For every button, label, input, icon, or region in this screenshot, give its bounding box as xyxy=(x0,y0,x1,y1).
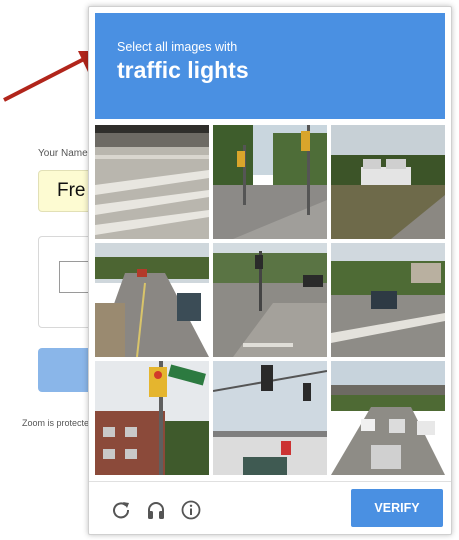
footer-divider xyxy=(89,481,451,482)
captcha-dialog: Select all images with traffic lights VE… xyxy=(88,6,452,535)
headphones-icon[interactable] xyxy=(144,498,168,522)
tile-0[interactable] xyxy=(95,125,209,239)
zoom-notice: Zoom is protected xyxy=(22,418,92,428)
tile-4[interactable] xyxy=(213,243,327,357)
tile-8[interactable] xyxy=(331,361,445,475)
captcha-header: Select all images with traffic lights xyxy=(95,13,445,119)
target-text: traffic lights xyxy=(117,57,249,83)
tile-6[interactable] xyxy=(95,361,209,475)
name-value: Fre xyxy=(57,180,86,201)
image-grid xyxy=(95,125,446,475)
tile-5[interactable] xyxy=(331,243,445,357)
name-label: Your Name xyxy=(38,148,88,159)
reload-icon[interactable] xyxy=(109,498,133,522)
red-arrow-annotation xyxy=(3,51,100,102)
tile-7[interactable] xyxy=(213,361,327,475)
tile-1[interactable] xyxy=(213,125,327,239)
tile-3[interactable] xyxy=(95,243,209,357)
info-icon[interactable] xyxy=(179,498,203,522)
verify-button[interactable]: VERIFY xyxy=(351,489,443,527)
tile-2[interactable] xyxy=(331,125,445,239)
instruction-text: Select all images with xyxy=(117,40,238,54)
